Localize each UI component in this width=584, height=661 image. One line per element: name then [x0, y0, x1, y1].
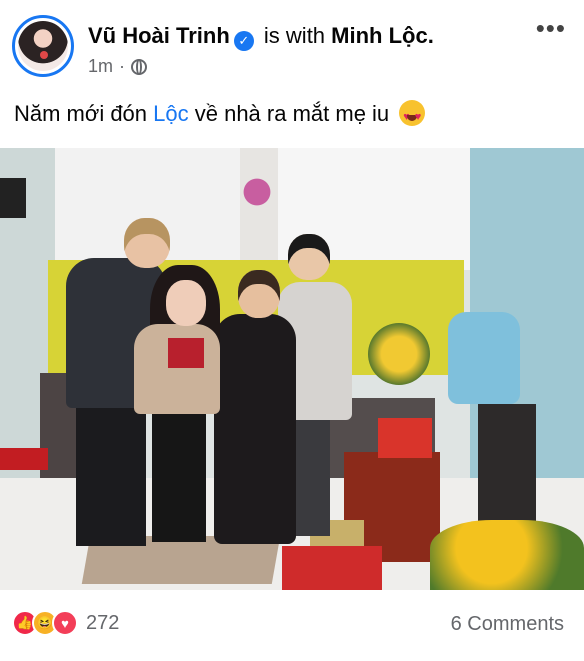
reaction-count[interactable]: 272 — [86, 612, 119, 635]
love-reaction-icon: ♥ — [52, 610, 78, 636]
photo-person-4-head — [288, 234, 330, 280]
photo-person-2-head — [166, 280, 206, 326]
post-header: Vũ Hoài Trinh ✓ is with Minh Lộc. 1m · ••… — [0, 0, 584, 90]
caption-mention[interactable]: Lộc — [153, 101, 188, 126]
meta-separator: · — [119, 56, 126, 76]
avatar-photo — [18, 21, 68, 71]
with-text: is with — [263, 23, 326, 48]
photo-flowers-counter — [368, 323, 430, 385]
photo-person-2-top — [168, 338, 204, 368]
photo-person-1-legs — [76, 406, 146, 546]
tagged-friend-name[interactable]: Minh Lộc. — [331, 23, 434, 48]
photo-water-jug — [448, 312, 520, 404]
author-name[interactable]: Vũ Hoài Trinh — [88, 23, 230, 48]
post-caption: Năm mới đón Lộc về nhà ra mắt mẹ iu — [14, 100, 426, 131]
verified-badge-icon: ✓ — [233, 31, 254, 51]
caption-text-start: Năm mới đón — [14, 101, 154, 126]
photo-person-3-body — [214, 314, 296, 544]
globe-icon[interactable] — [131, 58, 148, 75]
photo-altar-shrine — [378, 418, 432, 458]
more-options-button[interactable]: ••• — [536, 15, 566, 41]
caption-text-end: về nhà ra mắt mẹ iu — [188, 101, 390, 126]
photo-person-2-legs — [152, 412, 206, 542]
photo-red-rug — [0, 448, 48, 470]
photo-person-3-head — [238, 270, 280, 318]
photo-shelf — [240, 148, 278, 278]
author-avatar[interactable] — [12, 15, 74, 77]
photo-fridge — [478, 404, 536, 534]
photo-red-box — [282, 546, 382, 590]
post-footer: 👍 😆 ♥ 272 6 Comments — [0, 600, 584, 650]
comments-count-link[interactable]: 6 Comments — [451, 613, 564, 636]
photo-orchid — [240, 172, 274, 212]
photo-flowers-floor — [430, 520, 584, 590]
heart-eyes-emoji-icon — [399, 100, 426, 131]
photo-person-1-head — [124, 218, 170, 268]
reaction-summary[interactable]: 👍 😆 ♥ 272 — [12, 610, 119, 636]
post-meta: 1m · — [88, 56, 148, 77]
post-photo[interactable] — [0, 148, 584, 590]
photo-clock — [0, 178, 26, 218]
author-line: Vũ Hoài Trinh ✓ is with Minh Lộc. — [88, 22, 434, 51]
post-timestamp[interactable]: 1m — [88, 56, 113, 77]
